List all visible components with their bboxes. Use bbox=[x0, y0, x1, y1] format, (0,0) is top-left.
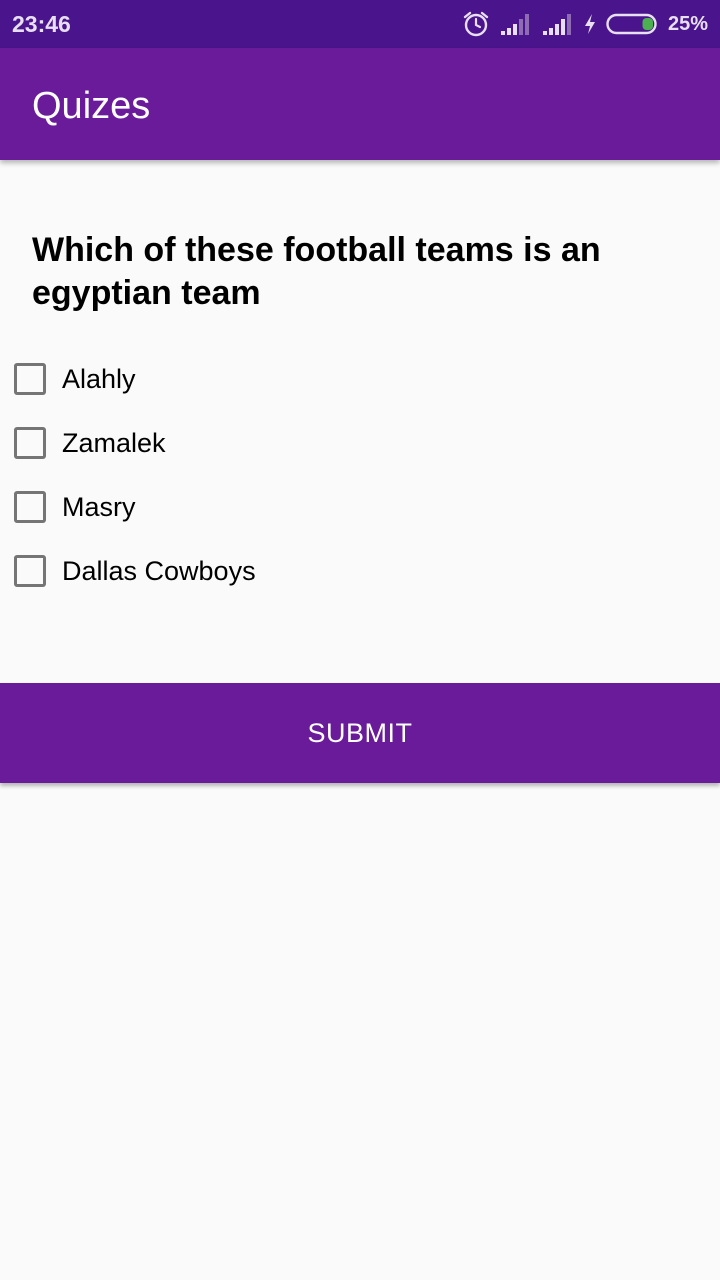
signal-icon bbox=[542, 13, 574, 35]
option-label: Dallas Cowboys bbox=[62, 555, 256, 586]
app-bar: Quizes bbox=[0, 48, 720, 160]
alarm-icon bbox=[462, 10, 490, 38]
checkbox[interactable] bbox=[14, 491, 46, 523]
status-icons: 25% bbox=[452, 9, 708, 39]
question-text: Which of these football teams is an egyp… bbox=[32, 231, 601, 312]
battery-icon bbox=[606, 13, 660, 35]
battery-percent: 25% bbox=[667, 12, 708, 35]
checkbox[interactable] bbox=[14, 427, 46, 459]
charging-icon bbox=[584, 13, 596, 35]
app-title: Quizes bbox=[32, 85, 151, 127]
option-dallas-cowboys[interactable]: Dallas Cowboys bbox=[12, 551, 256, 591]
submit-label: SUBMIT bbox=[307, 717, 413, 748]
option-alahly[interactable]: Alahly bbox=[12, 359, 136, 399]
option-label: Zamalek bbox=[62, 427, 166, 458]
option-masry[interactable]: Masry bbox=[12, 487, 136, 527]
status-bar: 23:46 25% bbox=[0, 0, 720, 48]
status-time: 23:46 bbox=[12, 11, 71, 37]
option-label: Alahly bbox=[62, 363, 136, 394]
signal-icon bbox=[500, 13, 532, 35]
option-label: Masry bbox=[62, 491, 136, 522]
checkbox[interactable] bbox=[14, 363, 46, 395]
submit-button[interactable]: SUBMIT bbox=[0, 683, 720, 783]
option-zamalek[interactable]: Zamalek bbox=[12, 423, 166, 463]
checkbox[interactable] bbox=[14, 555, 46, 587]
